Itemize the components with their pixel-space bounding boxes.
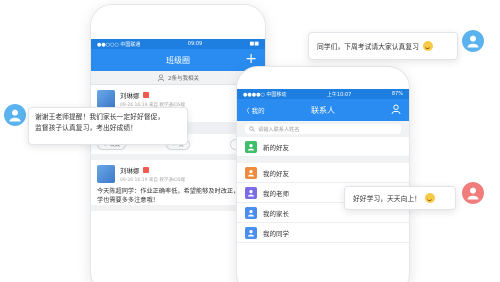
author-name: 刘琳娜 bbox=[120, 167, 140, 175]
contact-row-new-friends[interactable]: 新的好友 bbox=[237, 137, 409, 157]
contacts-phone: ●●●●○ 中国移动 上午10:07 87% 〈 我的 联系人 请输入联系人姓名 bbox=[236, 66, 410, 282]
message-text: 同学们，下周考试请大家认真复习 bbox=[317, 43, 419, 51]
contact-row-label: 我的好友 bbox=[263, 169, 289, 178]
parent-avatar bbox=[4, 104, 26, 126]
page-title: 班级圈 bbox=[166, 55, 190, 65]
contact-row-label: 我的家长 bbox=[263, 209, 289, 218]
role-badge-icon bbox=[142, 92, 149, 98]
nav-bar: 〈 我的 联系人 bbox=[237, 99, 409, 121]
phone-top-bezel bbox=[91, 5, 265, 39]
add-contact-icon[interactable] bbox=[391, 104, 401, 115]
teacher-avatar bbox=[462, 30, 484, 52]
contact-row-friends[interactable]: 我的好友 bbox=[237, 163, 409, 183]
battery-label: ■■ bbox=[249, 41, 259, 47]
author-avatar[interactable] bbox=[97, 165, 115, 183]
search-icon bbox=[249, 126, 255, 132]
teacher-icon bbox=[245, 186, 257, 199]
nav-bar: 班级圈 + bbox=[91, 49, 265, 71]
user-icon bbox=[467, 35, 479, 48]
contact-search-input[interactable]: 请输入联系人姓名 bbox=[245, 124, 401, 134]
student-avatar bbox=[462, 182, 484, 204]
time-label: 09:09 bbox=[187, 41, 203, 47]
phone-top-bezel bbox=[237, 67, 409, 89]
contact-row-classmates[interactable]: 我的同学 bbox=[237, 223, 409, 243]
carrier-label: ●●○○○ 中国联通 bbox=[97, 41, 141, 48]
parent-message-bubble: 谢谢王老师提醒！我们家长一定好好督促， 监督孩子认真复习，考出好成绩！ bbox=[28, 107, 188, 145]
message-line: 监督孩子认真复习，考出好成绩！ bbox=[35, 124, 137, 132]
role-badge-icon bbox=[142, 167, 149, 173]
status-bar: ●●○○○ 中国联通 09:09 ■■ bbox=[91, 39, 265, 49]
search-placeholder: 请输入联系人姓名 bbox=[258, 126, 300, 133]
friends-icon bbox=[245, 166, 257, 179]
contact-row-label: 我的同学 bbox=[263, 229, 289, 238]
page-title: 联系人 bbox=[311, 105, 335, 115]
new-friend-icon bbox=[245, 140, 257, 153]
student-message-bubble: 好好学习，天天向上！ bbox=[344, 186, 456, 210]
user-icon bbox=[467, 187, 479, 200]
contact-row-label: 我的老师 bbox=[263, 189, 289, 198]
author-name: 刘琳娜 bbox=[120, 92, 140, 100]
add-post-button[interactable]: + bbox=[245, 51, 257, 67]
post-meta: 09-26 16:19 来自 教学通iOS端 bbox=[120, 178, 185, 183]
people-icon bbox=[157, 73, 165, 81]
time-label: 上午10:07 bbox=[326, 91, 352, 98]
classmate-icon bbox=[245, 226, 257, 239]
promo-stage: ●●○○○ 中国联通 09:09 ■■ 班级圈 + 2条与我相关 刘琳娜 09-… bbox=[0, 0, 500, 282]
status-bar: ●●●●○ 中国移动 上午10:07 87% bbox=[237, 89, 409, 99]
smile-emoji-icon bbox=[422, 41, 433, 51]
search-bar: 请输入联系人姓名 bbox=[237, 121, 409, 137]
battery-label: 87% bbox=[391, 91, 403, 97]
parent-icon bbox=[245, 206, 257, 219]
mentions-label: 2条与我相关 bbox=[168, 75, 199, 82]
post-text: 今天陈超同学：作业正确率低，希望能够及时改正，其他同学也需要多多注意哦！ bbox=[97, 188, 258, 204]
grin-emoji-icon bbox=[424, 193, 435, 203]
carrier-label: ●●●●○ 中国移动 bbox=[243, 91, 287, 98]
user-icon bbox=[9, 109, 21, 122]
contact-row-label: 新的好友 bbox=[263, 143, 289, 152]
back-button[interactable]: 〈 我的 bbox=[243, 105, 265, 115]
author-avatar[interactable] bbox=[97, 90, 115, 108]
teacher-message-bubble: 同学们，下周考试请大家认真复习 bbox=[308, 32, 458, 60]
message-text: 好好学习，天天向上！ bbox=[353, 195, 421, 203]
message-line: 谢谢王老师提醒！我们家长一定好好督促， bbox=[35, 113, 165, 121]
